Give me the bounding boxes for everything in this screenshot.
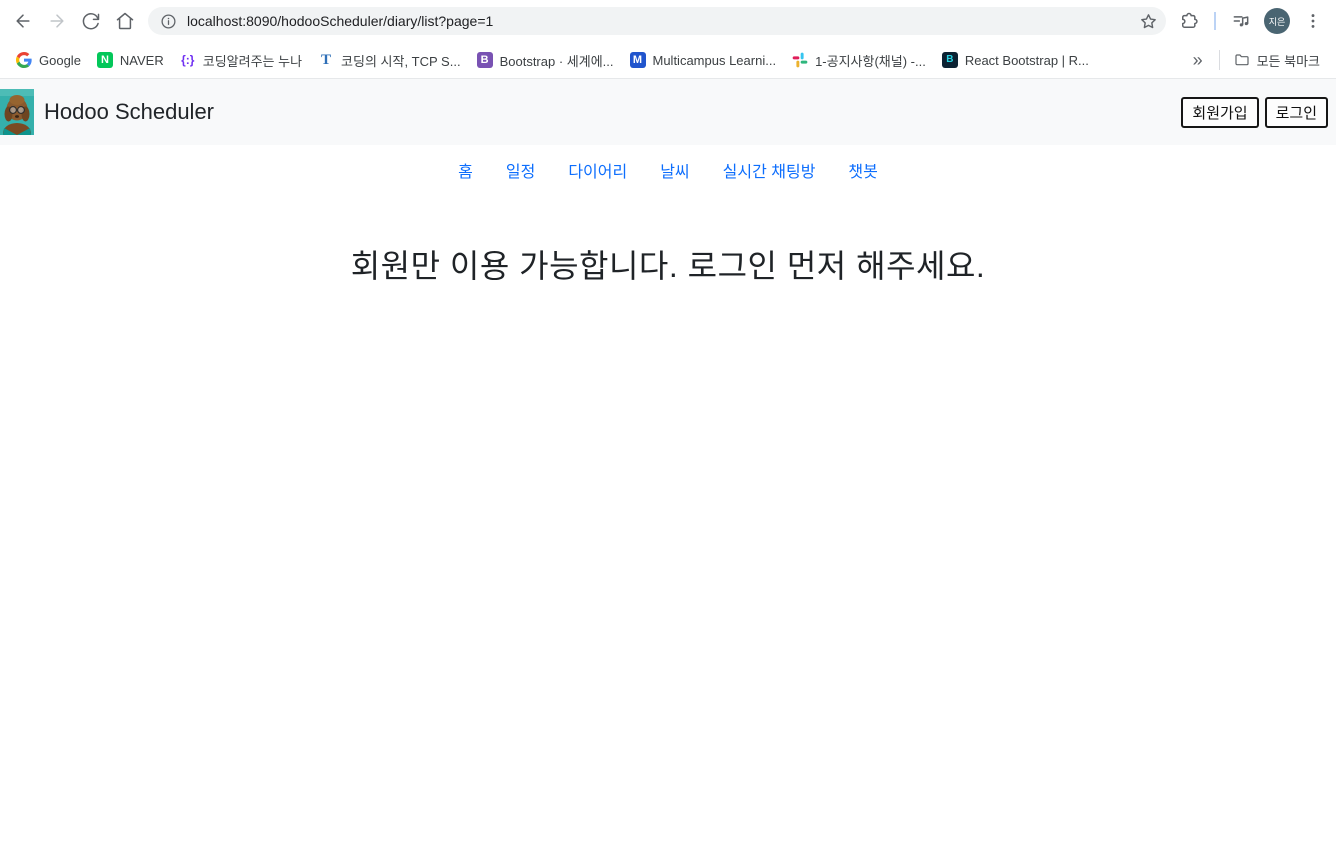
bookmark-slack-notice[interactable]: 1-공지사항(채널) -... bbox=[784, 47, 934, 74]
nav-link-diary[interactable]: 다이어리 bbox=[568, 158, 627, 182]
google-icon bbox=[16, 52, 32, 68]
nav-link-schedule[interactable]: 일정 bbox=[506, 158, 535, 182]
bookmarks-separator bbox=[1218, 50, 1220, 70]
forward-icon bbox=[50, 14, 64, 28]
signup-button[interactable]: 회원가입 bbox=[1181, 96, 1259, 128]
bookmark-star-button[interactable] bbox=[1134, 7, 1162, 35]
media-controls-button[interactable] bbox=[1224, 4, 1258, 38]
forward-button[interactable] bbox=[40, 4, 74, 38]
nav-link-chatbot[interactable]: 챗봇 bbox=[848, 158, 877, 182]
multicampus-icon: M bbox=[629, 52, 646, 68]
bookmark-multicampus[interactable]: M Multicampus Learni... bbox=[622, 48, 785, 72]
members-only-message: 회원만 이용 가능합니다. 로그인 먼저 해주세요. bbox=[350, 248, 986, 284]
toolbar-separator bbox=[1214, 12, 1216, 30]
extensions-button[interactable] bbox=[1172, 4, 1206, 38]
slack-icon bbox=[792, 52, 808, 68]
profile-initials: 지은 bbox=[1268, 16, 1286, 27]
address-bar[interactable]: localhost:8090/hodooScheduler/diary/list… bbox=[148, 7, 1166, 35]
home-icon bbox=[116, 12, 134, 30]
nav-link-home[interactable]: 홈 bbox=[458, 158, 473, 182]
bookmarks-overflow-button[interactable]: » bbox=[1183, 50, 1213, 71]
site-header: Hodoo Scheduler 회원가입 로그인 bbox=[0, 79, 1336, 145]
nav-link-chatroom[interactable]: 실시간 채팅방 bbox=[723, 158, 816, 182]
star-icon bbox=[1140, 13, 1156, 28]
site-nav: 홈 일정 다이어리 날씨 실시간 채팅방 챗봇 bbox=[0, 145, 1336, 194]
header-actions: 회원가입 로그인 bbox=[1181, 96, 1328, 128]
bookmark-coding-start-tcp[interactable]: T 코딩의 시작, TCP S... bbox=[310, 47, 469, 74]
three-dots-icon bbox=[1311, 14, 1315, 28]
reload-button[interactable] bbox=[74, 4, 108, 38]
login-button[interactable]: 로그인 bbox=[1264, 96, 1328, 128]
nav-link-weather[interactable]: 날씨 bbox=[660, 158, 689, 182]
bookmark-coding-nuna[interactable]: {:} 코딩알려주는 누나 bbox=[172, 47, 310, 74]
bookmarks-bar: Google N NAVER {:} 코딩알려주는 누나 T 코딩의 시작, T… bbox=[0, 42, 1336, 79]
code-braces-icon: {:} bbox=[181, 53, 195, 67]
url-text[interactable]: localhost:8090/hodooScheduler/diary/list… bbox=[187, 13, 1134, 29]
all-bookmarks-button[interactable]: 모든 북마크 bbox=[1226, 47, 1328, 74]
browser-menu-button[interactable] bbox=[1296, 4, 1330, 38]
site-title: Hodoo Scheduler bbox=[44, 99, 215, 124]
home-button[interactable] bbox=[108, 4, 142, 38]
reload-icon bbox=[82, 13, 100, 30]
bookmark-bootstrap[interactable]: B Bootstrap · 세계에... bbox=[469, 47, 622, 74]
naver-icon: N bbox=[96, 52, 113, 68]
bookmark-google[interactable]: Google bbox=[8, 48, 89, 72]
t-letter-icon: T bbox=[321, 51, 332, 68]
bookmark-react-bootstrap[interactable]: B React Bootstrap | R... bbox=[934, 48, 1097, 72]
site-logo-dog-image bbox=[0, 89, 34, 135]
page-info-icon[interactable] bbox=[160, 13, 177, 30]
back-button[interactable] bbox=[6, 4, 40, 38]
extensions-puzzle-icon bbox=[1182, 12, 1198, 28]
browser-toolbar: localhost:8090/hodooScheduler/diary/list… bbox=[0, 0, 1336, 42]
react-bootstrap-icon: B bbox=[941, 52, 958, 68]
profile-avatar[interactable]: 지은 bbox=[1264, 8, 1290, 34]
bootstrap-icon: B bbox=[476, 52, 493, 68]
back-icon bbox=[16, 14, 30, 28]
bookmark-naver[interactable]: N NAVER bbox=[89, 48, 172, 72]
media-controls-icon bbox=[1233, 16, 1249, 27]
folder-icon bbox=[1234, 52, 1250, 68]
